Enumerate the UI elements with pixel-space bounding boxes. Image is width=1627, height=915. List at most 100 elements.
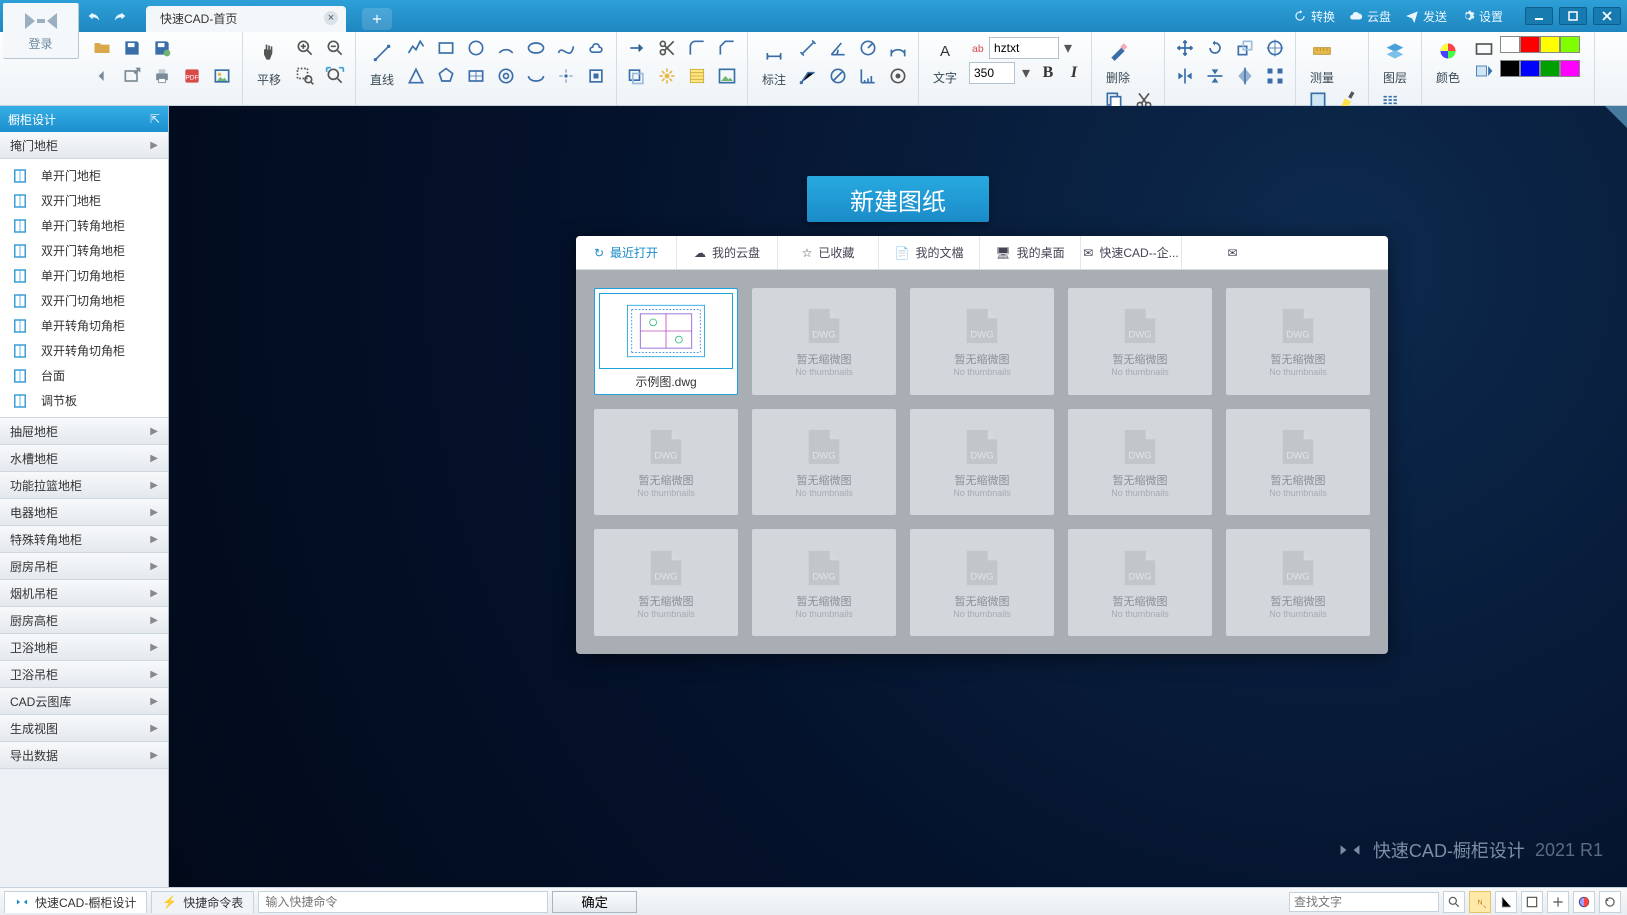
grid-button[interactable] [1521,891,1543,913]
file-placeholder[interactable]: DWG暂无缩微图No thumbnails [752,288,896,395]
export-img-button[interactable] [208,62,236,90]
layer-button[interactable] [1378,34,1412,68]
sidebar-item[interactable]: 双开门切角地柜 [4,288,164,313]
file-placeholder[interactable]: DWG暂无缩微图No thumbnails [1068,288,1212,395]
color-swatch[interactable] [1560,60,1580,77]
offset-button[interactable] [623,62,651,90]
save-button[interactable] [118,34,146,62]
pan-button[interactable] [252,36,286,70]
close-icon[interactable]: × [324,11,338,25]
block-button[interactable] [582,62,610,90]
leader-button[interactable] [794,62,822,90]
ok-button[interactable]: 确定 [552,891,637,913]
sidebar-category[interactable]: 卫浴吊柜▶ [0,661,168,688]
zoom-window-button[interactable] [291,62,319,90]
sidebar-category[interactable]: 卫浴地柜▶ [0,634,168,661]
scale-button[interactable] [1231,34,1259,62]
sidebar-category[interactable]: CAD云图库▶ [0,688,168,715]
revcloud-button[interactable] [582,34,610,62]
settings-link[interactable]: 设置 [1461,8,1503,25]
align-button[interactable] [1261,34,1289,62]
chamfer-button[interactable] [713,34,741,62]
circle-button[interactable] [462,34,490,62]
new-tab-button[interactable] [362,8,392,30]
sidebar-category[interactable]: 生成视图▶ [0,715,168,742]
home-tab[interactable]: ☆已收藏 [778,236,879,269]
minimize-button[interactable] [1525,7,1553,25]
ellipse-arc-button[interactable] [522,62,550,90]
dim-aligned-button[interactable] [794,34,822,62]
tab-home[interactable]: 快速CAD-首页 × [146,6,346,32]
home-tab[interactable]: 📄我的文檔 [879,236,980,269]
font-size-input[interactable] [969,62,1015,84]
home-tab-mail[interactable]: ✉ [1182,236,1283,269]
match-prop-button[interactable] [1470,60,1498,82]
print-button[interactable] [148,62,176,90]
color-swatch[interactable] [1540,36,1560,53]
pin-icon[interactable]: ⇱ [150,112,160,126]
dim-arc-button[interactable] [884,34,912,62]
rect-button[interactable] [432,34,460,62]
dim-angular-button[interactable] [824,34,852,62]
point-button[interactable] [552,62,580,90]
sidebar-item[interactable]: 调节板 [4,388,164,413]
chevron-down-icon[interactable]: ▾ [1061,38,1075,58]
file-placeholder[interactable]: DWG暂无缩微图No thumbnails [594,409,738,516]
file-placeholder[interactable]: DWG暂无缩微图No thumbnails [910,409,1054,516]
open-button[interactable] [88,34,116,62]
color-swatch[interactable] [1540,60,1560,77]
text-button[interactable]: A [928,34,962,68]
sidebar-item[interactable]: 单开门地柜 [4,163,164,188]
bylayer-button[interactable] [1470,38,1498,60]
add-button[interactable] [1547,891,1569,913]
sidebar-category[interactable]: 水槽地柜▶ [0,445,168,472]
zoom-out-button[interactable] [321,34,349,62]
hatch-button[interactable] [683,62,711,90]
sidebar-category[interactable]: 特殊转角地柜▶ [0,526,168,553]
redo-icon[interactable] [112,8,128,24]
snap-button[interactable]: N [1469,891,1491,913]
undo-icon[interactable] [86,8,102,24]
status-tab-main[interactable]: 快速CAD-橱柜设计 [4,891,147,913]
zoom-in-button[interactable] [291,34,319,62]
sidebar-item[interactable]: 单开门转角地柜 [4,213,164,238]
new-window-button[interactable] [118,62,146,90]
trim-button[interactable] [653,34,681,62]
zoom-extent-button[interactable] [321,62,349,90]
sidebar-category[interactable]: 厨房吊柜▶ [0,553,168,580]
dim-radius-button[interactable] [854,34,882,62]
file-placeholder[interactable]: DWG暂无缩微图No thumbnails [910,529,1054,636]
convert-link[interactable]: 转换 [1293,8,1335,25]
sidebar-category[interactable]: 导出数据▶ [0,742,168,769]
color-swatch[interactable] [1500,36,1520,53]
ortho-button[interactable] [1495,891,1517,913]
rotate-button[interactable] [1201,34,1229,62]
file-placeholder[interactable]: DWG暂无缩微图No thumbnails [1226,288,1370,395]
home-tab[interactable]: ↻最近打开 [576,236,677,269]
spline-button[interactable] [552,34,580,62]
dim-diameter-button[interactable] [824,62,852,90]
file-placeholder[interactable]: DWG暂无缩微图No thumbnails [752,529,896,636]
back-button[interactable] [88,62,116,90]
delete-button[interactable] [1101,34,1135,68]
sidebar-category[interactable]: 功能拉篮地柜▶ [0,472,168,499]
mirror-v-button[interactable] [1201,62,1229,90]
move-button[interactable] [1171,34,1199,62]
image-button[interactable] [713,62,741,90]
search-input[interactable] [1289,892,1439,912]
array-button[interactable] [1261,62,1289,90]
sidebar-item[interactable]: 单开转角切角柜 [4,313,164,338]
chevron-down-icon[interactable]: ▾ [1019,63,1033,83]
sidebar-item[interactable]: 双开门地柜 [4,188,164,213]
measure-button[interactable] [1305,34,1339,68]
drawing-canvas[interactable]: 新建图纸 ↻最近打开☁我的云盘☆已收藏📄我的文檔🖥我的桌面✉快速CAD--企..… [169,106,1627,887]
line-button[interactable] [365,36,399,70]
export-pdf-button[interactable]: PDF [178,62,206,90]
dimension-button[interactable] [757,36,791,70]
sidebar-item[interactable]: 双开门转角地柜 [4,238,164,263]
sidebar-category[interactable]: 厨房高柜▶ [0,607,168,634]
italic-button[interactable]: I [1063,64,1085,82]
sidebar-category[interactable]: 电器地柜▶ [0,499,168,526]
color-swatch[interactable] [1520,36,1540,53]
file-placeholder[interactable]: DWG暂无缩微图No thumbnails [910,288,1054,395]
